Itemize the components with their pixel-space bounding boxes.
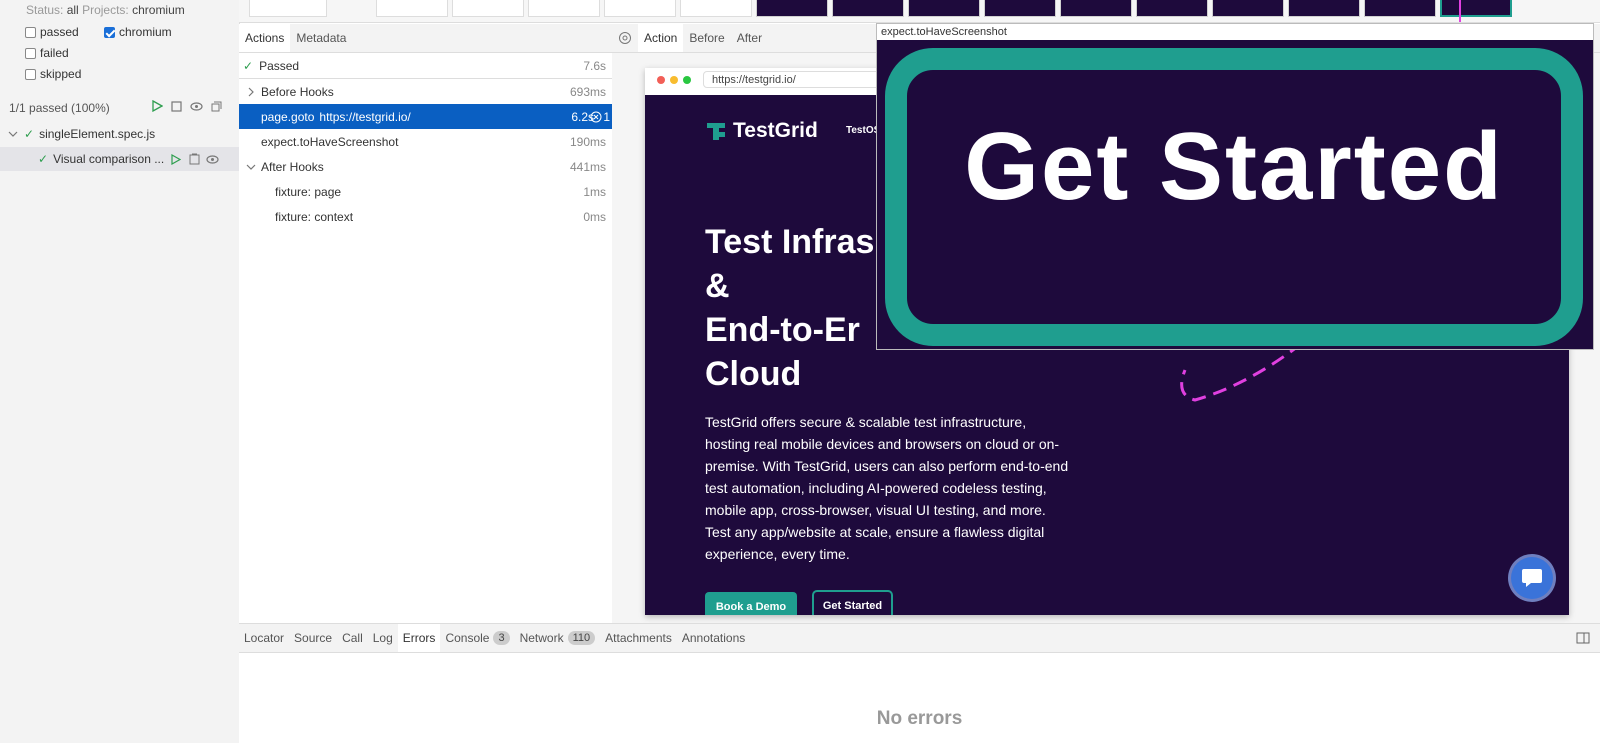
hero-heading: Test Infras & End-to-Er Cloud <box>705 223 875 393</box>
chevron-right-icon[interactable] <box>247 87 255 97</box>
action-row-expect-screenshot[interactable]: expect.toHaveScreenshot 190ms <box>239 129 612 154</box>
pass-check-icon: ✓ <box>243 58 254 73</box>
zoomed-get-started: Get Started <box>885 48 1583 346</box>
tab-call[interactable]: Call <box>337 624 368 652</box>
filmstrip-frame[interactable] <box>1364 0 1436 17</box>
empty-errors-message: No errors <box>876 708 963 729</box>
action-row-page-goto[interactable]: page.goto https://testgrid.io/ 6.2s 1 <box>239 104 612 129</box>
tab-annotations[interactable]: Annotations <box>677 624 750 652</box>
network-count-badge: 110 <box>567 631 596 645</box>
error-circle-icon <box>590 111 602 122</box>
show-source-icon[interactable] <box>189 153 200 165</box>
run-icon[interactable] <box>171 153 182 165</box>
window-maximize-dot <box>683 76 691 84</box>
hero-description: TestGrid offers secure & scalable test i… <box>705 414 1069 562</box>
testgrid-logo-icon <box>707 123 725 140</box>
filmstrip-frame[interactable] <box>376 0 448 17</box>
sidebar-toolbar <box>152 100 222 112</box>
test-row[interactable]: ✓ Visual comparison ... <box>0 147 239 171</box>
pick-locator-icon[interactable] <box>618 31 632 45</box>
filmstrip-frame-selected[interactable] <box>1440 0 1512 17</box>
filmstrip-frame[interactable] <box>1136 0 1208 17</box>
site-nav-item[interactable]: TestOS <box>846 125 880 136</box>
actions-tabs: Actions Metadata <box>239 24 612 53</box>
filter-chromium[interactable]: chromium <box>104 25 172 39</box>
pass-check-icon: ✓ <box>24 127 35 141</box>
window-minimize-dot <box>670 76 678 84</box>
watch-icon[interactable] <box>190 101 203 112</box>
filmstrip-frame[interactable] <box>604 0 676 17</box>
watch-icon[interactable] <box>206 154 219 165</box>
spec-file-row[interactable]: ✓ singleElement.spec.js <box>0 122 239 146</box>
tab-source[interactable]: Source <box>289 624 337 652</box>
test-sidebar: Status: all Projects: chromium passed ch… <box>0 0 240 743</box>
run-all-icon[interactable] <box>152 100 163 112</box>
filmstrip-frame[interactable] <box>832 0 904 17</box>
timeline-filmstrip[interactable] <box>239 0 1600 23</box>
filmstrip-frame[interactable] <box>452 0 524 17</box>
chat-bubble-icon <box>1522 569 1542 587</box>
filmstrip-frame[interactable] <box>1060 0 1132 17</box>
status-filter-line[interactable]: Status: all Projects: chromium <box>26 3 185 17</box>
error-count: 1 <box>590 110 610 124</box>
action-row-fixture-page[interactable]: fixture: page 1ms <box>239 179 612 204</box>
tab-network[interactable]: Network 110 <box>515 624 601 652</box>
timeline-cursor <box>1459 0 1461 22</box>
filter-skipped[interactable]: skipped <box>25 67 81 81</box>
filmstrip-frame[interactable] <box>908 0 980 17</box>
chevron-down-icon[interactable] <box>8 130 18 138</box>
filmstrip-frame[interactable] <box>984 0 1056 17</box>
bottom-panel: Locator Source Call Log Errors Console 3… <box>239 623 1600 744</box>
action-row-before-hooks[interactable]: Before Hooks 693ms <box>239 79 612 104</box>
tab-metadata[interactable]: Metadata <box>290 24 352 52</box>
filmstrip-frame[interactable] <box>1288 0 1360 17</box>
tab-attachments[interactable]: Attachments <box>600 624 677 652</box>
bottom-tabs: Locator Source Call Log Errors Console 3… <box>239 624 1600 653</box>
get-started-button[interactable]: Get Started <box>812 590 893 615</box>
site-logo: TestGrid <box>705 119 818 143</box>
tab-console[interactable]: Console 3 <box>440 624 514 652</box>
chat-widget-button[interactable] <box>1511 557 1553 599</box>
chevron-down-icon[interactable] <box>246 163 256 171</box>
tab-errors[interactable]: Errors <box>397 624 441 652</box>
tab-before[interactable]: Before <box>683 24 730 52</box>
action-row-fixture-context[interactable]: fixture: context 0ms <box>239 204 612 229</box>
checkbox[interactable] <box>25 68 36 80</box>
book-demo-button[interactable]: Book a Demo <box>705 592 797 615</box>
window-close-dot <box>657 76 665 84</box>
stop-icon[interactable] <box>171 100 182 112</box>
toggle-layout-icon[interactable] <box>1576 632 1590 644</box>
pass-summary: 1/1 passed (100%) <box>9 101 110 115</box>
filmstrip-frame[interactable] <box>1212 0 1284 17</box>
filter-passed[interactable]: passed <box>25 25 79 39</box>
checkbox[interactable] <box>25 47 36 59</box>
tab-log[interactable]: Log <box>368 624 398 652</box>
filter-failed[interactable]: failed <box>25 46 69 60</box>
checkbox-checked[interactable] <box>104 26 115 38</box>
collapse-all-icon[interactable] <box>211 101 222 112</box>
tab-actions[interactable]: Actions <box>239 24 291 52</box>
console-count-badge: 3 <box>493 631 510 645</box>
tab-after[interactable]: After <box>731 24 768 52</box>
filmstrip-frame[interactable] <box>528 0 600 17</box>
actions-panel: Actions Metadata ✓ Passed 7.6s Before Ho… <box>239 24 613 623</box>
tab-action[interactable]: Action <box>638 24 684 52</box>
action-row-after-hooks[interactable]: After Hooks 441ms <box>239 154 612 179</box>
screenshot-zoom-popup: expect.toHaveScreenshot Get Started <box>877 24 1593 349</box>
filmstrip-frame[interactable] <box>680 0 752 17</box>
tab-locator[interactable]: Locator <box>239 624 289 652</box>
popup-label: expect.toHaveScreenshot <box>877 24 1593 40</box>
pass-check-icon: ✓ <box>38 152 49 166</box>
filmstrip-frame[interactable] <box>756 0 828 17</box>
checkbox[interactable] <box>25 26 36 38</box>
result-row: ✓ Passed 7.6s <box>239 53 612 79</box>
filmstrip-frame[interactable] <box>249 0 327 17</box>
